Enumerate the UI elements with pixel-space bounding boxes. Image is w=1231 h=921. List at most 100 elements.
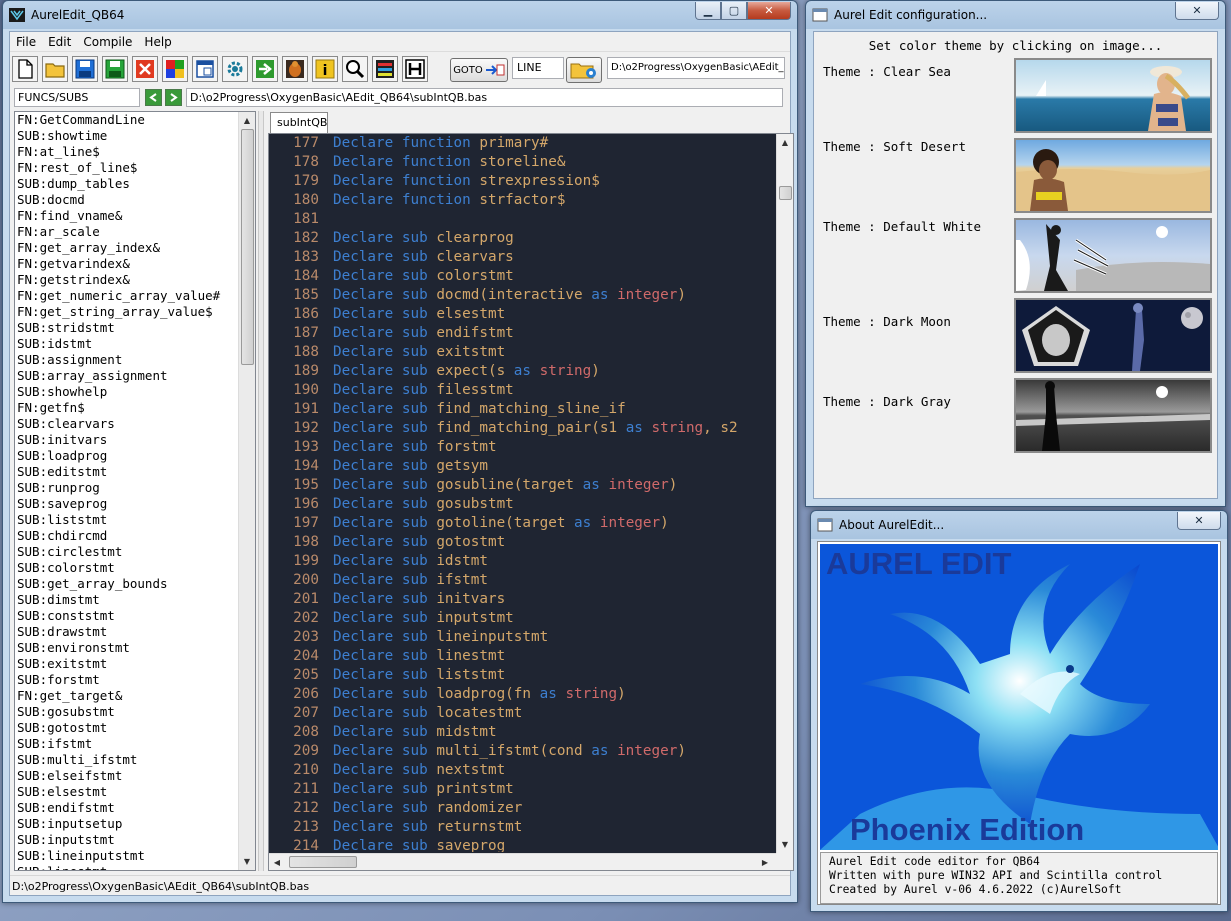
list-item[interactable]: SUB:dimstmt [17,592,239,608]
menu-edit[interactable]: Edit [42,32,77,51]
menu-compile[interactable]: Compile [77,32,138,51]
about-titlebar[interactable]: About AurelEdit... ✕ [811,511,1227,539]
about-close-button[interactable]: ✕ [1177,512,1221,530]
list-item[interactable]: FN:get_numeric_array_value# [17,288,239,304]
run-button[interactable] [252,56,278,82]
list-item[interactable]: SUB:liststmt [17,512,239,528]
editor-scroll-down-icon[interactable]: ▼ [777,836,793,853]
list-item[interactable]: SUB:gotostmt [17,720,239,736]
list-item[interactable]: SUB:circlestmt [17,544,239,560]
open-file-button[interactable] [42,56,68,82]
list-item[interactable]: SUB:showhelp [17,384,239,400]
list-item[interactable]: FN:ar_scale [17,224,239,240]
browse-folder-button[interactable] [566,57,602,83]
list-item[interactable]: SUB:stridstmt [17,320,239,336]
menu-help[interactable]: Help [138,32,177,51]
close-file-button[interactable] [132,56,158,82]
tab-subintqb[interactable]: subIntQB [270,112,328,133]
theme-image-dark-moon[interactable] [1014,298,1212,373]
save-as-button[interactable] [102,56,128,82]
list-item[interactable]: SUB:multi_ifstmt [17,752,239,768]
code-editor[interactable]: 177 Declare function primary# 178 Declare f… [268,133,794,871]
list-item[interactable]: FN:find_vname& [17,208,239,224]
list-item[interactable]: SUB:ifstmt [17,736,239,752]
config-titlebar[interactable]: Aurel Edit configuration... ✕ [806,1,1225,29]
main-titlebar[interactable]: AurelEdit_QB64 ▁ ▢ ✕ [3,1,797,29]
list-button[interactable] [372,56,398,82]
debug-button[interactable] [282,56,308,82]
config-close-button[interactable]: ✕ [1175,2,1219,20]
menu-file[interactable]: File [10,32,42,51]
list-item[interactable]: SUB:dump_tables [17,176,239,192]
list-item[interactable]: SUB:environstmt [17,640,239,656]
list-item[interactable]: SUB:lineinputstmt [17,848,239,864]
settings-button[interactable] [222,56,248,82]
panel-splitter[interactable] [258,111,264,871]
list-item[interactable]: SUB:forstmt [17,672,239,688]
list-item[interactable]: SUB:drawstmt [17,624,239,640]
line-number-field[interactable]: LINE [512,57,564,79]
list-item[interactable]: FN:get_string_array_value$ [17,304,239,320]
list-item[interactable]: FN:GetCommandLine [17,112,239,128]
funcs-subs-list[interactable]: FN:GetCommandLine SUB:showtime FN:at_line$… [14,111,256,871]
list-item[interactable]: FN:at_line$ [17,144,239,160]
list-item[interactable]: SUB:editstmt [17,464,239,480]
editor-scroll-up-icon[interactable]: ▲ [777,134,793,151]
list-item[interactable]: SUB:inputsetup [17,816,239,832]
list-item[interactable]: FN:getstrindex& [17,272,239,288]
list-item[interactable]: SUB:colorstmt [17,560,239,576]
window-button[interactable] [192,56,218,82]
current-file-path[interactable]: D:\o2Progress\OxygenBasic\AEdit_QB64\sub… [186,88,783,107]
funcs-subs-field[interactable]: FUNCS/SUBS [14,88,140,107]
list-item[interactable]: SUB:get_array_bounds [17,576,239,592]
editor-scroll-left-icon[interactable]: ◀ [269,854,285,870]
list-item[interactable]: FN:getfn$ [17,400,239,416]
maximize-button[interactable]: ▢ [721,2,747,20]
editor-horizontal-scrollbar[interactable]: ◀ ▶ [269,853,777,870]
list-scroll-thumb[interactable] [241,129,254,365]
list-item[interactable]: SUB:idstmt [17,336,239,352]
theme-image-clear-sea[interactable] [1014,58,1212,133]
list-item[interactable]: SUB:clearvars [17,416,239,432]
list-item[interactable]: SUB:gosubstmt [17,704,239,720]
info-button[interactable]: i [312,56,338,82]
color-button[interactable] [162,56,188,82]
list-item[interactable]: SUB:showtime [17,128,239,144]
editor-hscroll-thumb[interactable] [289,856,357,868]
list-item[interactable]: SUB:docmd [17,192,239,208]
nav-back-button[interactable] [145,89,162,106]
theme-image-dark-gray[interactable] [1014,378,1212,453]
editor-vertical-scrollbar[interactable]: ▲ ▼ [776,134,793,853]
list-item[interactable]: FN:getvarindex& [17,256,239,272]
search-button[interactable] [342,56,368,82]
list-item[interactable]: SUB:inputstmt [17,832,239,848]
new-file-button[interactable] [12,56,38,82]
scroll-up-icon[interactable]: ▲ [239,112,255,129]
minimize-button[interactable]: ▁ [695,2,721,20]
save-button[interactable] [72,56,98,82]
list-item[interactable]: FN:rest_of_line$ [17,160,239,176]
editor-scroll-right-icon[interactable]: ▶ [757,854,773,870]
list-item[interactable]: SUB:exitstmt [17,656,239,672]
list-item[interactable]: SUB:endifstmt [17,800,239,816]
list-item[interactable]: SUB:saveprog [17,496,239,512]
nav-forward-button[interactable] [165,89,182,106]
list-item[interactable]: SUB:elseifstmt [17,768,239,784]
theme-image-soft-desert[interactable] [1014,138,1212,213]
close-window-button[interactable]: ✕ [747,2,791,20]
list-item[interactable]: SUB:assignment [17,352,239,368]
list-item[interactable]: SUB:linestmt [17,864,239,870]
binary-button[interactable] [402,56,428,82]
list-item[interactable]: FN:get_array_index& [17,240,239,256]
list-item[interactable]: SUB:loadprog [17,448,239,464]
list-item[interactable]: SUB:initvars [17,432,239,448]
list-item[interactable]: FN:get_target& [17,688,239,704]
goto-button[interactable]: GOTO [450,58,508,82]
list-item[interactable]: SUB:elsestmt [17,784,239,800]
list-item[interactable]: SUB:array_assignment [17,368,239,384]
list-scrollbar[interactable]: ▲ ▼ [238,112,255,870]
theme-image-default-white[interactable] [1014,218,1212,293]
list-item[interactable]: SUB:chdircmd [17,528,239,544]
project-path-field[interactable]: D:\o2Progress\OxygenBasic\AEdit_ [607,57,785,79]
list-item[interactable]: SUB:conststmt [17,608,239,624]
